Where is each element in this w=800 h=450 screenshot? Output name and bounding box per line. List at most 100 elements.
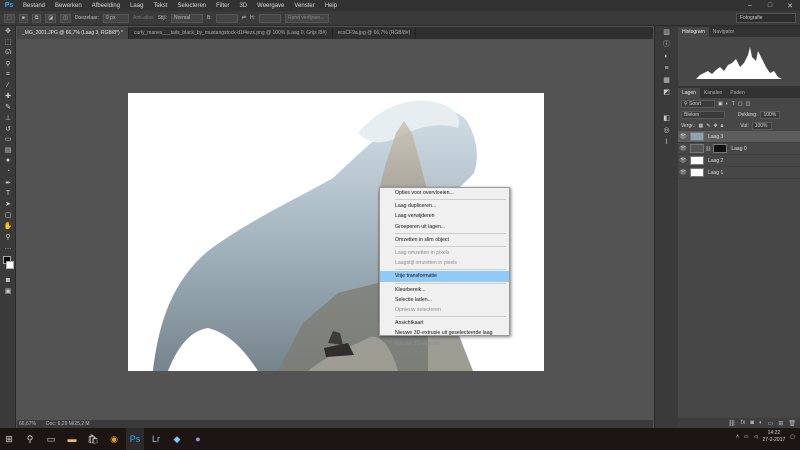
menu-weergave[interactable]: Weergave <box>252 3 289 9</box>
tab-paden[interactable]: Paden <box>726 88 748 98</box>
lock-all-icon[interactable]: 🔒︎ <box>721 123 724 129</box>
menu-laag[interactable]: Laag <box>125 3 148 9</box>
layer-thumbnail[interactable] <box>690 132 704 141</box>
maximize-button[interactable]: □ <box>760 0 780 11</box>
quick-select-tool-icon[interactable]: ⚲ <box>0 58 16 69</box>
clone-stamp-icon[interactable]: ⊥ <box>0 112 16 123</box>
eraser-tool-icon[interactable]: ▭ <box>0 134 16 145</box>
intersect-selection-icon[interactable]: ◫ <box>60 13 71 23</box>
tab-histogram[interactable]: Histogram <box>678 27 709 37</box>
history-brush-icon[interactable]: ↺ <box>0 123 16 134</box>
dodge-tool-icon[interactable]: ◔ <box>0 166 16 177</box>
healing-brush-icon[interactable]: ✚ <box>0 91 16 102</box>
visibility-eye-icon[interactable]: 👁︎ <box>678 169 688 176</box>
channels-icon[interactable]: ◎ <box>655 124 678 136</box>
layer-row[interactable]: 👁︎ ⛓ Laag 0 <box>678 143 800 155</box>
gradient-tool-icon[interactable]: ▤ <box>0 145 16 156</box>
feather-input[interactable]: 0 px <box>103 13 129 23</box>
marquee-tool-icon[interactable]: ⬚ <box>4 13 15 23</box>
tab-curly-manes[interactable]: curly_manes___tails_black_by_mustangstoc… <box>129 27 333 39</box>
lasso-tool-icon[interactable]: ᘏ <box>0 48 16 59</box>
adjustment-layer-icon[interactable]: ◐ <box>759 420 763 426</box>
mask-link-icon[interactable]: ⛓ <box>705 146 711 152</box>
menu-help[interactable]: Help <box>320 3 342 9</box>
menu-tekst[interactable]: Tekst <box>148 3 172 9</box>
shape-tool-icon[interactable]: ▢ <box>0 210 16 221</box>
lock-move-icon[interactable]: ✥ <box>713 123 717 129</box>
new-group-icon[interactable]: ▭ <box>768 420 774 427</box>
layer-thumbnail[interactable] <box>690 156 704 165</box>
visibility-eye-icon[interactable]: 👁︎ <box>678 157 688 164</box>
layer-row[interactable]: 👁︎ Laag 2 <box>678 155 800 167</box>
tab-mg-2001[interactable]: _MG_2001.JPG @ 66,7% (Laag 3, RGB/8*) * <box>17 27 129 39</box>
background-color[interactable] <box>6 260 14 269</box>
tab-kanalen[interactable]: Kanalen <box>700 88 726 98</box>
filter-shape-icon[interactable]: ▢ <box>738 101 743 107</box>
styles-icon[interactable]: ◩ <box>655 86 678 98</box>
menu-selecteren[interactable]: Selecteren <box>172 3 211 9</box>
menu-venster[interactable]: Venster <box>289 3 319 9</box>
layer-row[interactable]: 👁︎ Laag 1 <box>678 167 800 179</box>
move-tool-icon[interactable]: ✥ <box>0 26 16 37</box>
app-icon[interactable]: ● <box>189 428 207 450</box>
context-item-laag-verwijderen[interactable]: Laag verwijderen <box>380 211 509 221</box>
more-tools-icon[interactable]: … <box>0 242 16 253</box>
info-icon[interactable]: ⓘ <box>655 38 678 50</box>
screen-mode-icon[interactable]: ▣ <box>0 286 16 297</box>
adjustments-icon[interactable]: ◐ <box>655 50 678 62</box>
context-item-kleurbereik[interactable]: Kleurbereik... <box>380 285 509 295</box>
visibility-eye-icon[interactable]: 👁︎ <box>678 133 688 140</box>
tab-navigator[interactable]: Navigator <box>709 27 738 37</box>
filter-smart-icon[interactable]: ◫ <box>746 101 751 107</box>
height-input[interactable] <box>258 13 281 23</box>
workspace-select[interactable]: Fotografie <box>736 13 796 23</box>
context-item-laag-dupliceren[interactable]: Laag dupliceren... <box>380 201 509 211</box>
zoom-level[interactable]: 66,67% <box>19 421 36 427</box>
antialias-checkbox[interactable]: Anti-alias <box>133 15 154 21</box>
properties-icon[interactable]: ≡ <box>655 62 678 74</box>
new-selection-icon[interactable]: ■ <box>18 13 28 23</box>
context-item-groeperen-uit-lagen[interactable]: Groeperen uit lagen... <box>380 222 509 232</box>
menu-bewerken[interactable]: Bewerken <box>50 3 87 9</box>
layer-filter-select[interactable]: ⚲ Soort <box>681 99 715 108</box>
marquee-tool-icon[interactable]: ⬚ <box>0 37 16 48</box>
menu-bestand[interactable]: Bestand <box>18 3 50 9</box>
minimize-button[interactable]: – <box>740 0 760 11</box>
lock-pixels-icon[interactable]: ▦ <box>698 123 703 129</box>
menu-afbeelding[interactable]: Afbeelding <box>87 3 125 9</box>
store-icon[interactable]: 🛍︎ <box>84 428 102 450</box>
context-item-opties-voor-overvloeien[interactable]: Opties voor overvloeien... <box>380 188 509 198</box>
opacity-input[interactable]: 100% <box>760 110 781 119</box>
link-layers-icon[interactable]: ⛓ <box>728 420 736 427</box>
context-item-ansichtkaart[interactable]: Ansichtkaart <box>380 318 509 328</box>
layer-thumbnail[interactable] <box>690 144 704 153</box>
add-selection-icon[interactable]: ⧉ <box>31 13 42 23</box>
context-item-omzetten-in-slim-object[interactable]: Omzetten in slim object <box>380 235 509 245</box>
pen-tool-icon[interactable]: ✒ <box>0 177 16 188</box>
clock[interactable]: 14:22 27-2-2017 <box>762 430 785 444</box>
blend-mode-select[interactable]: Bleken <box>681 110 725 119</box>
width-input[interactable] <box>215 13 238 23</box>
action-center-icon[interactable]: ▢ <box>790 434 795 440</box>
filter-adjust-icon[interactable]: ◐ <box>726 101 729 107</box>
hand-tool-icon[interactable]: ✋ <box>0 220 16 231</box>
search-icon[interactable]: ⚲ <box>21 428 39 450</box>
crop-tool-icon[interactable]: ⌗ <box>0 69 16 80</box>
tab-ecscf9a[interactable]: ecsCF9a.jpg @ 66,7% (RGB/8#) <box>333 27 417 39</box>
notifications-up-icon[interactable]: ˄ <box>736 434 739 440</box>
filter-type-icon[interactable]: T <box>732 101 735 107</box>
swap-icon[interactable]: ⇄ <box>242 15 246 21</box>
delete-layer-icon[interactable]: 🗑︎ <box>788 420 796 427</box>
menu-3d[interactable]: 3D <box>234 3 252 9</box>
context-item-selectie-laden[interactable]: Selectie laden... <box>380 295 509 305</box>
add-mask-icon[interactable]: ◙ <box>750 420 754 426</box>
layer-row[interactable]: 👁︎ Laag 3 <box>678 131 800 143</box>
swatches-icon[interactable]: ▦ <box>655 74 678 86</box>
context-item-vrije-transformatie[interactable]: Vrije transformatie <box>380 271 509 282</box>
eyedropper-tool-icon[interactable]: ⁄ <box>0 80 16 91</box>
paint-icon[interactable]: ◆ <box>168 428 186 450</box>
start-icon[interactable]: ⊞ <box>0 428 18 450</box>
new-layer-icon[interactable]: ⊞ <box>778 420 783 427</box>
brush-tool-icon[interactable]: ✎ <box>0 102 16 113</box>
visibility-eye-icon[interactable]: 👁︎ <box>678 145 688 152</box>
